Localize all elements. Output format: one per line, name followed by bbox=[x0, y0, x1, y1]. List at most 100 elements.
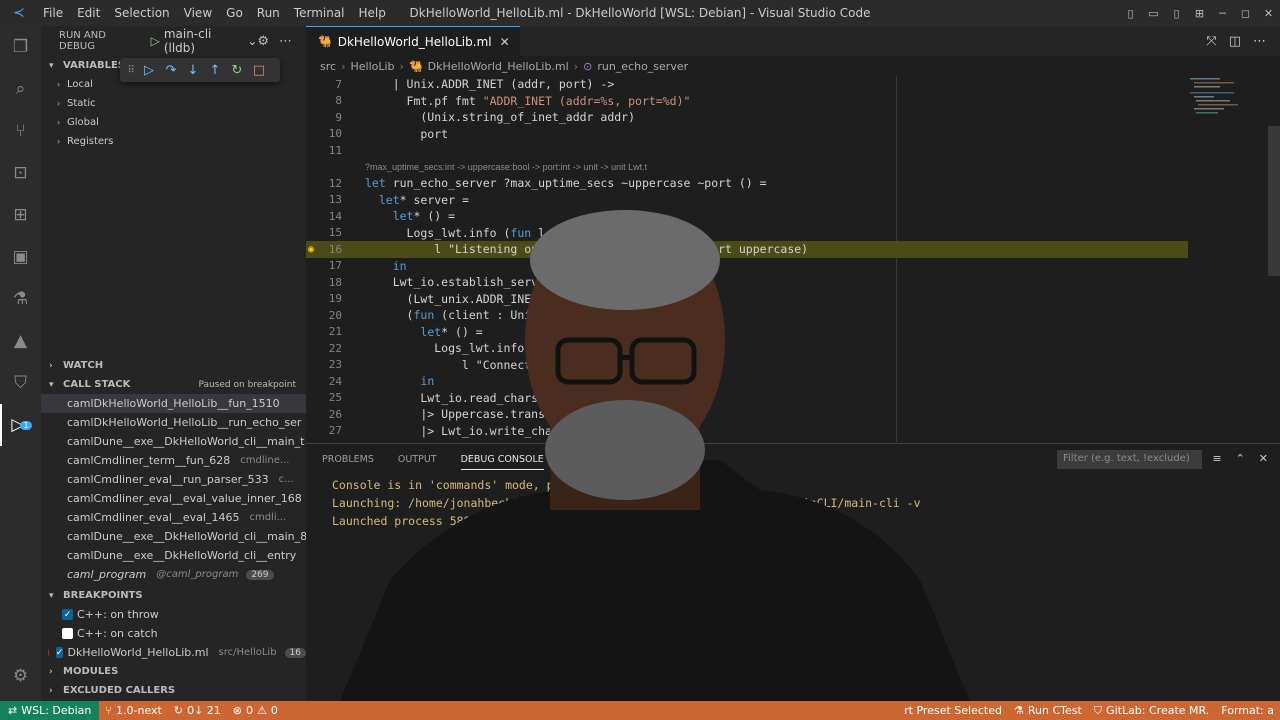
run-ctest-status[interactable]: ⚗ Run CTest bbox=[1008, 704, 1088, 718]
gitlab-icon[interactable]: ⛉ bbox=[0, 362, 41, 404]
run-debug-icon[interactable]: ▷ 1 bbox=[0, 404, 41, 446]
excluded-callers-section-header[interactable]: › EXCLUDED CALLERS bbox=[41, 681, 306, 700]
variables-item-static[interactable]: › Static bbox=[41, 94, 306, 113]
breakpoint-checkbox[interactable]: ✓ bbox=[55, 647, 64, 658]
console-filter-input[interactable]: Filter (e.g. text, !exclude) bbox=[1057, 450, 1202, 469]
source-control-icon[interactable]: ⑂ bbox=[0, 110, 41, 152]
menu-go[interactable]: Go bbox=[219, 6, 250, 20]
format-status[interactable]: Format: a bbox=[1215, 704, 1280, 718]
breadcrumb-symbol[interactable]: run_echo_server bbox=[597, 60, 688, 73]
call-stack-frame[interactable]: caml_program @caml_program 269 bbox=[41, 565, 306, 584]
line-number: 27 bbox=[328, 424, 342, 438]
call-stack-frame[interactable]: camlDkHelloWorld_HelloLib__run_echo_ser bbox=[41, 413, 306, 432]
breakpoint-checkbox[interactable]: ✓ bbox=[62, 609, 73, 620]
breakpoint-item[interactable]: C++: on catch bbox=[41, 624, 306, 643]
testing-icon[interactable]: ⚗ bbox=[0, 278, 41, 320]
breakpoint-marker-icon[interactable]: ◉ bbox=[308, 244, 314, 255]
breadcrumb-src[interactable]: src bbox=[320, 60, 336, 73]
clear-console-icon[interactable]: ≡ bbox=[1212, 452, 1221, 465]
toggle-secondary-sidebar-icon[interactable]: ▯ bbox=[1165, 7, 1188, 20]
customize-layout-icon[interactable]: ⊞ bbox=[1188, 7, 1211, 20]
call-stack-frame[interactable]: camlCmdliner_eval__eval_value_inner_168 bbox=[41, 489, 306, 508]
more-actions-icon[interactable]: ⋯ bbox=[279, 34, 292, 49]
tab-terminal[interactable]: TERM bbox=[568, 454, 595, 465]
sync-status[interactable]: ↻ 0↓ 21 bbox=[168, 704, 227, 717]
ocaml-icon[interactable]: ▲ bbox=[0, 320, 41, 362]
problems-status[interactable]: ⊗ 0 ⚠ 0 bbox=[227, 704, 284, 717]
call-stack-frame[interactable]: camlCmdliner_eval__eval_1465 cmdli... bbox=[41, 508, 306, 527]
console-line: Launched process 5886 bbox=[332, 514, 478, 528]
call-stack-frame[interactable]: camlDune__exe__DkHelloWorld_cli__main_8 bbox=[41, 527, 306, 546]
more-actions-icon[interactable]: ⋯ bbox=[1253, 34, 1266, 49]
continue-icon[interactable]: ▷ bbox=[138, 63, 160, 78]
menu-terminal[interactable]: Terminal bbox=[287, 6, 352, 20]
line-number: 11 bbox=[328, 143, 342, 157]
restore-icon[interactable]: ◻ bbox=[1234, 7, 1257, 20]
call-stack-frame[interactable]: camlCmdliner_term__fun_628 cmdline... bbox=[41, 451, 306, 470]
menu-view[interactable]: View bbox=[177, 6, 219, 20]
breakpoint-source: src/HelloLib bbox=[218, 647, 277, 658]
compare-icon[interactable]: ⤧ bbox=[1206, 34, 1216, 49]
menu-selection[interactable]: Selection bbox=[107, 6, 176, 20]
watch-section-header[interactable]: › WATCH bbox=[41, 356, 306, 375]
breakpoint-item[interactable]: ✓ DkHelloWorld_HelloLib.ml src/HelloLib 16 bbox=[41, 643, 306, 662]
toggle-sidebar-icon[interactable]: ▯ bbox=[1119, 7, 1142, 20]
code-text: l "Listening on port %d ort uppercase) bbox=[365, 242, 809, 257]
tab-dkhelloworld-hellolib[interactable]: 🐫 DkHelloWorld_HelloLib.ml ✕ bbox=[306, 26, 520, 56]
call-stack-frame[interactable]: camlDune__exe__DkHelloWorld_cli__entry bbox=[41, 546, 306, 565]
open-launch-json-gear-icon[interactable]: ⚙ bbox=[257, 34, 269, 49]
step-over-icon[interactable]: ↷ bbox=[160, 63, 182, 78]
step-into-icon[interactable]: ↓ bbox=[182, 63, 204, 78]
console-line: Console is in 'commands' mode, pr bbox=[332, 478, 561, 492]
breakpoints-section-header[interactable]: ▾ BREAKPOINTS bbox=[41, 586, 306, 605]
explorer-icon[interactable]: ❐ bbox=[0, 26, 41, 68]
modules-section-header[interactable]: › MODULES bbox=[41, 662, 306, 681]
settings-gear-icon[interactable]: ⚙ bbox=[0, 655, 41, 697]
search-icon[interactable]: ⌕ bbox=[0, 68, 41, 110]
call-stack-frame[interactable]: camlDkHelloWorld_HelloLib__fun_1510 bbox=[41, 394, 306, 413]
call-stack-frame[interactable]: camlCmdliner_eval__run_parser_533 c... bbox=[41, 470, 306, 489]
remote-explorer-icon[interactable]: ⊡ bbox=[0, 152, 41, 194]
debug-config-select[interactable]: ▷ main-cli (lldb) ⌄ bbox=[151, 27, 258, 55]
remote-indicator[interactable]: ⇄ WSL: Debian bbox=[0, 701, 100, 720]
minimize-icon[interactable]: ─ bbox=[1211, 7, 1234, 20]
close-panel-icon[interactable]: ✕ bbox=[1259, 452, 1268, 465]
gitlab-mr-status[interactable]: ⛉ GitLab: Create MR. bbox=[1088, 704, 1215, 718]
call-stack-frame[interactable]: camlDune__exe__DkHelloWorld_cli__main_t bbox=[41, 432, 306, 451]
menu-run[interactable]: Run bbox=[250, 6, 287, 20]
gitlab-mr-label: GitLab: Create MR. bbox=[1106, 704, 1210, 717]
extensions-icon[interactable]: ⊞ bbox=[0, 194, 41, 236]
breakpoint-checkbox[interactable] bbox=[62, 628, 73, 639]
start-debugging-icon[interactable]: ▷ bbox=[151, 34, 160, 48]
stop-icon[interactable]: □ bbox=[248, 63, 270, 78]
minimap[interactable] bbox=[1190, 76, 1240, 136]
tab-output[interactable]: OUTPUT bbox=[398, 454, 437, 465]
tab-problems[interactable]: PROBLEMS bbox=[322, 454, 374, 465]
breadcrumb-hellolib[interactable]: HelloLib bbox=[350, 60, 394, 73]
breakpoint-line-badge: 16 bbox=[284, 647, 306, 658]
maximize-panel-icon[interactable]: ⌃ bbox=[1236, 452, 1245, 465]
vertical-scrollbar[interactable] bbox=[1268, 126, 1280, 276]
menu-edit[interactable]: Edit bbox=[70, 6, 107, 20]
step-out-icon[interactable]: ↑ bbox=[204, 63, 226, 78]
menu-file[interactable]: File bbox=[36, 6, 70, 20]
close-window-icon[interactable]: ✕ bbox=[1257, 7, 1280, 20]
branch-status[interactable]: ⑂ 1.0-next bbox=[99, 704, 167, 717]
drag-handle-icon[interactable]: ⠿ bbox=[124, 65, 138, 76]
close-tab-icon[interactable]: ✕ bbox=[500, 35, 510, 49]
split-editor-icon[interactable]: ◫ bbox=[1229, 34, 1241, 49]
variables-item-global[interactable]: › Global bbox=[41, 113, 306, 132]
code-editor[interactable]: 7 | Unix.ADDR_INET (addr, port) -> 8 Fmt.… bbox=[306, 76, 1280, 442]
breakpoint-item[interactable]: ✓ C++: on throw bbox=[41, 605, 306, 624]
tab-debug-console[interactable]: DEBUG CONSOLE bbox=[460, 449, 544, 470]
image-icon[interactable]: ▣ bbox=[0, 236, 41, 278]
menu-help[interactable]: Help bbox=[352, 6, 393, 20]
call-stack-section-header[interactable]: ▾ CALL STACK Paused on breakpoint bbox=[41, 375, 306, 394]
variables-item-registers[interactable]: › Registers bbox=[41, 132, 306, 151]
toggle-panel-icon[interactable]: ▭ bbox=[1142, 7, 1165, 20]
breadcrumb-file[interactable]: DkHelloWorld_HelloLib.ml bbox=[428, 60, 569, 73]
cmake-preset-status[interactable]: rt Preset Selected bbox=[898, 704, 1008, 718]
code-text: let* () = bbox=[420, 324, 483, 339]
restart-icon[interactable]: ↻ bbox=[226, 63, 248, 78]
breakpoint-label: C++: on catch bbox=[77, 627, 158, 640]
